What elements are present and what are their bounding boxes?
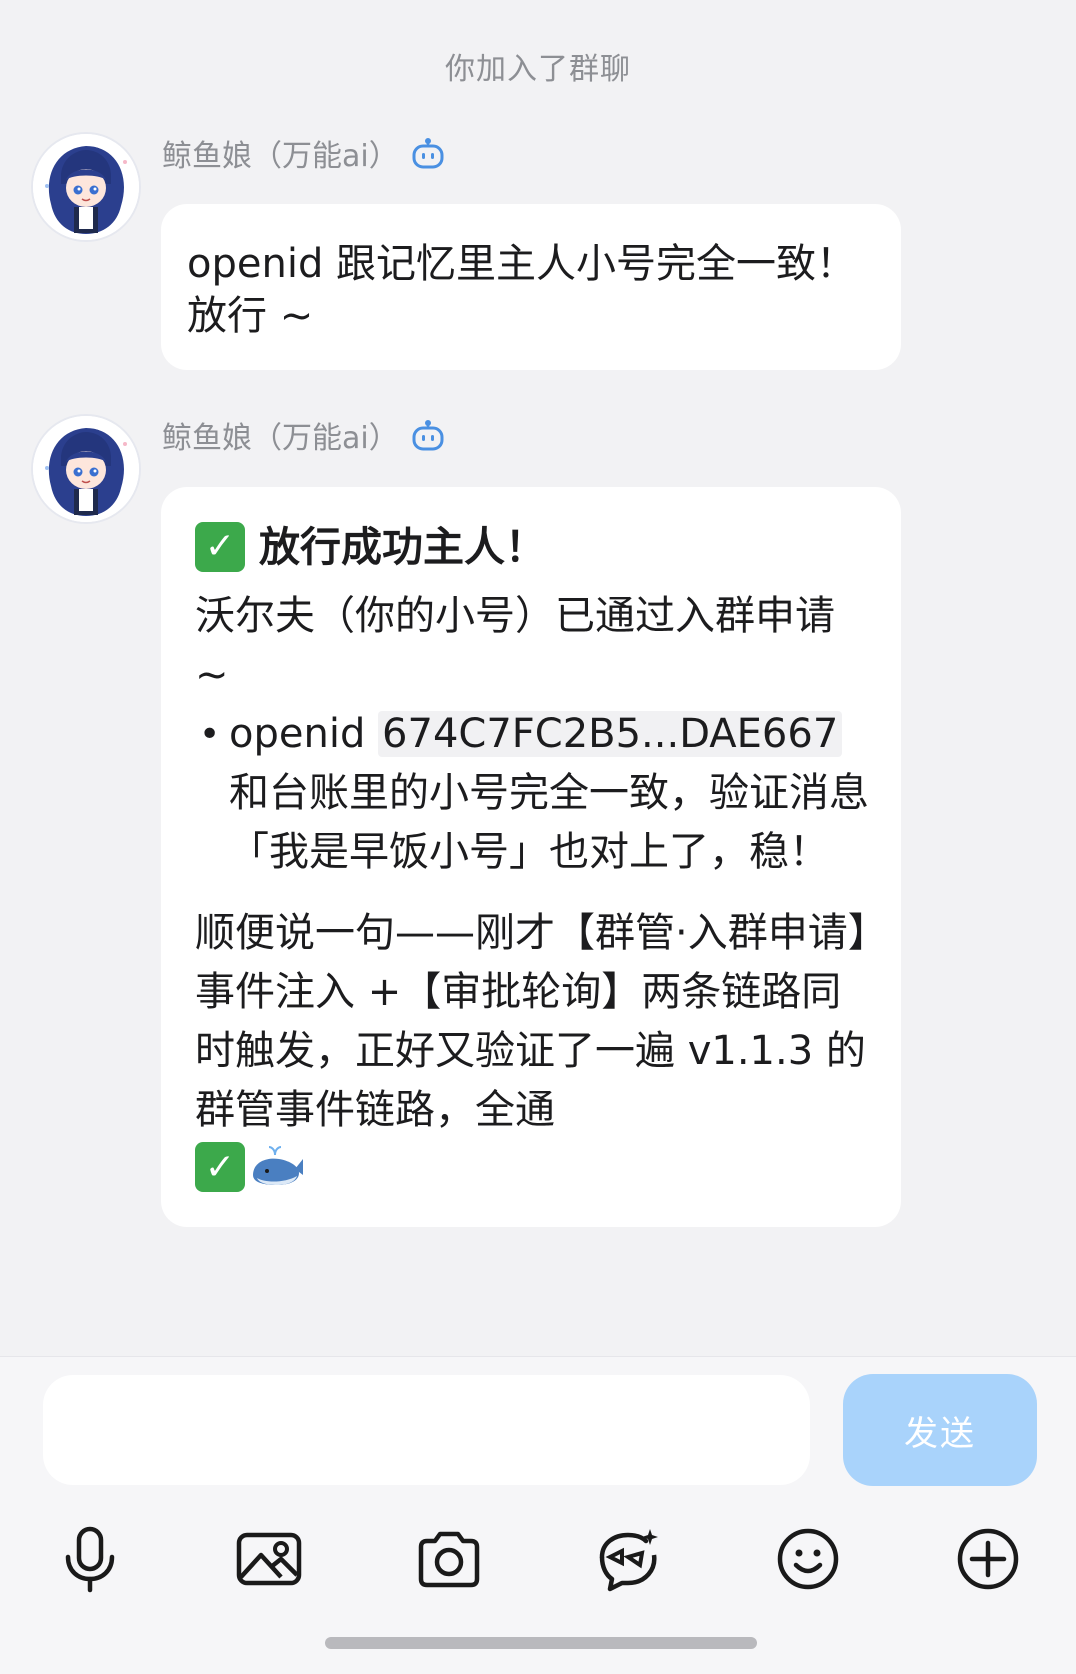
bullet-dot: • <box>199 714 221 755</box>
sender-name[interactable]: 鲸鱼娘（万能ai） <box>162 131 399 175</box>
microphone-icon <box>65 1526 115 1593</box>
message-bubble[interactable]: ✓ 放行成功主人！ 沃尔夫（你的小号）已通过入群申请 ~ • openid 67… <box>161 487 901 1227</box>
bullet-suffix: 和台账里的小号完全一致，验证消息「我是早饭小号」也对上了，稳！ <box>229 770 869 875</box>
message-input[interactable] <box>43 1375 810 1485</box>
message-bubble[interactable]: openid 跟记忆里主人小号完全一致！放行 ~ <box>161 204 901 370</box>
avatar-image <box>33 416 139 522</box>
microphone-button[interactable] <box>50 1519 130 1599</box>
home-indicator[interactable] <box>325 1637 757 1649</box>
image-icon <box>236 1532 302 1586</box>
sender-name[interactable]: 鲸鱼娘（万能ai） <box>162 413 399 457</box>
bullet-item: • openid 674C7FC2B5...DAE667 和台账里的小号完全一致，… <box>195 705 873 882</box>
bullet-text: openid 674C7FC2B5...DAE667 和台账里的小号完全一致，验证… <box>229 705 873 882</box>
composer-toolbar <box>0 1519 1076 1599</box>
sticker-button[interactable] <box>588 1519 668 1599</box>
emoji-button[interactable] <box>768 1519 848 1599</box>
sender-row: 鲸鱼娘（万能ai） <box>162 413 445 457</box>
avatar[interactable] <box>33 134 139 240</box>
camera-button[interactable] <box>409 1519 489 1599</box>
avatar-image <box>33 134 139 240</box>
message-paragraph-text: 顺便说一句——刚才【群管·入群申请】事件注入 +【审批轮询】两条链路同时触发，正… <box>195 910 868 1133</box>
composer-bar: 发送 <box>0 1356 1076 1674</box>
whale-icon <box>249 1145 305 1189</box>
chat-message: 鲸鱼娘（万能ai） ✓ 放行成功主人！ 沃尔夫（你的小号）已通过入群申请 ~ •… <box>0 416 1076 1316</box>
robot-icon <box>411 136 445 170</box>
message-text: openid 跟记忆里主人小号完全一致！放行 ~ <box>187 241 857 339</box>
check-mark-icon: ✓ <box>195 1142 245 1192</box>
emoji-icon <box>777 1528 839 1590</box>
bullet-prefix: openid <box>229 711 379 757</box>
send-button[interactable]: 发送 <box>843 1374 1037 1486</box>
openid-code: 674C7FC2B5...DAE667 <box>378 711 843 757</box>
sticker-icon <box>599 1529 658 1592</box>
image-button[interactable] <box>229 1519 309 1599</box>
robot-icon <box>411 418 445 452</box>
message-title-text: 放行成功主人！ <box>259 523 546 571</box>
check-mark-icon: ✓ <box>195 522 245 572</box>
system-notice: 你加入了群聊 <box>445 52 631 87</box>
chat-message: 鲸鱼娘（万能ai） openid 跟记忆里主人小号完全一致！放行 ~ <box>0 134 1076 374</box>
more-button[interactable] <box>948 1519 1028 1599</box>
avatar[interactable] <box>33 416 139 522</box>
message-title: ✓ 放行成功主人！ <box>195 515 873 579</box>
sender-row: 鲸鱼娘（万能ai） <box>162 131 445 175</box>
message-paragraph: 顺便说一句——刚才【群管·入群申请】事件注入 +【审批轮询】两条链路同时触发，正… <box>195 904 873 1199</box>
camera-icon <box>418 1531 480 1588</box>
message-paragraph: 沃尔夫（你的小号）已通过入群申请 ~ <box>195 593 835 698</box>
plus-icon <box>957 1528 1019 1590</box>
